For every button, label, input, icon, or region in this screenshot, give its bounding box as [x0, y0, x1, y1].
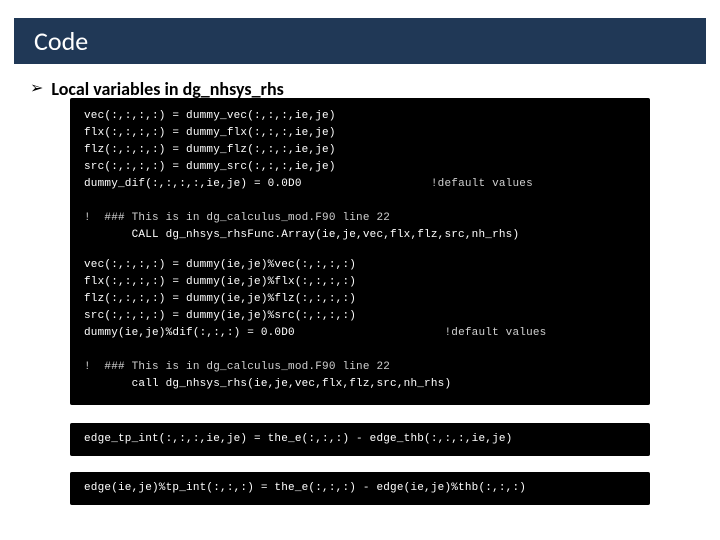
code-line: edge_tp_int(:,:,:,ie,je) = the_e(:,:,:) …: [84, 433, 512, 445]
code-line: flx(:,:,:,:) = dummy(ie,je)%flx(:,:,:,:): [84, 276, 356, 288]
code-comment: !default values: [444, 327, 546, 339]
code-line: flx(:,:,:,:) = dummy_flx(:,:,:,ie,je): [84, 127, 336, 139]
code-line: src(:,:,:,:) = dummy(ie,je)%src(:,:,:,:): [84, 310, 356, 322]
code-line: CALL dg_nhsys_rhsFunc.Array(ie,je,vec,fl…: [84, 229, 519, 241]
slide-title: Code: [34, 25, 88, 57]
slide: Code ➢ Local variables in dg_nhsys_rhs v…: [0, 0, 720, 540]
code-line: vec(:,:,:,:) = dummy_vec(:,:,:,ie,je): [84, 110, 336, 122]
code-comment: ! ### This is in dg_calculus_mod.F90 lin…: [84, 361, 390, 373]
code-line: call dg_nhsys_rhs(ie,je,vec,flx,flz,src,…: [84, 378, 451, 390]
code-line: vec(:,:,:,:) = dummy(ie,je)%vec(:,:,:,:): [84, 259, 356, 271]
code-block-4: edge(ie,je)%tp_int(:,:,:) = the_e(:,:,:)…: [70, 472, 650, 505]
code-comment: ! ### This is in dg_calculus_mod.F90 lin…: [84, 212, 390, 224]
chevron-right-icon: ➢: [30, 81, 43, 97]
code-block-2: vec(:,:,:,:) = dummy(ie,je)%vec(:,:,:,:)…: [70, 247, 650, 405]
code-line: flz(:,:,:,:) = dummy_flz(:,:,:,ie,je): [84, 144, 336, 156]
code-line: flz(:,:,:,:) = dummy(ie,je)%flz(:,:,:,:): [84, 293, 356, 305]
code-block-1: vec(:,:,:,:) = dummy_vec(:,:,:,ie,je) fl…: [70, 98, 650, 256]
title-bar: Code: [14, 18, 706, 64]
code-line: dummy(ie,je)%dif(:,:,:) = 0.0D0: [84, 327, 295, 339]
code-line: src(:,:,:,:) = dummy_src(:,:,:,ie,je): [84, 161, 336, 173]
code-line: edge(ie,je)%tp_int(:,:,:) = the_e(:,:,:)…: [84, 482, 526, 494]
code-line: dummy_dif(:,:,:,:,ie,je) = 0.0D0: [84, 178, 302, 190]
code-comment: !default values: [431, 178, 533, 190]
bullet-text: Local variables in dg_nhsys_rhs: [51, 78, 283, 100]
bullet-row: ➢ Local variables in dg_nhsys_rhs: [30, 78, 690, 100]
code-block-3: edge_tp_int(:,:,:,ie,je) = the_e(:,:,:) …: [70, 423, 650, 456]
